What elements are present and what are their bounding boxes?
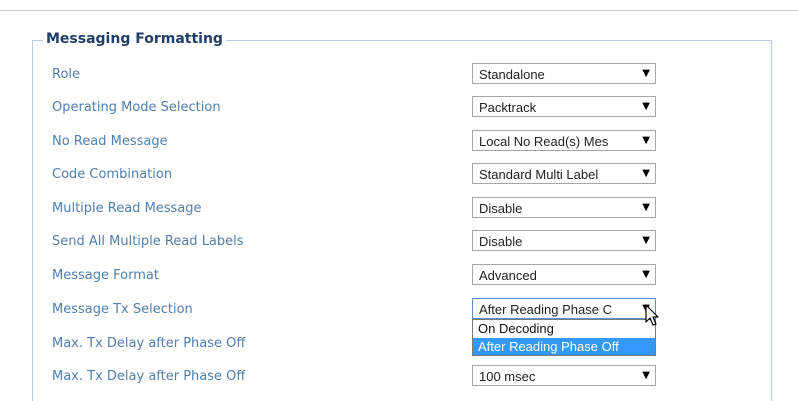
row-label: Max. Tx Delay after Phase Off: [52, 369, 246, 384]
row-multiple-read-message: Multiple Read Message Disable ▼: [0, 197, 798, 223]
dropdown-arrow-icon: ▼: [642, 101, 650, 112]
row-send-all-multiple-read-labels: Send All Multiple Read Labels Disable ▼: [0, 230, 798, 256]
dropdown-arrow-icon: ▼: [642, 269, 650, 280]
select-value: Disable: [479, 201, 523, 216]
no-read-message-select[interactable]: Local No Read(s) Mes ▼: [472, 130, 656, 151]
dropdown-arrow-icon: ▼: [642, 68, 650, 79]
message-format-select[interactable]: Advanced ▼: [472, 264, 656, 285]
message-tx-selection-dropdown: On Decoding After Reading Phase Off: [472, 319, 656, 356]
section-title: Messaging Formatting: [43, 31, 226, 47]
select-value: 100 msec: [479, 369, 536, 384]
row-max-tx-delay: Max. Tx Delay after Phase Off: [0, 332, 798, 358]
row-label: Message Format: [52, 268, 159, 283]
dropdown-arrow-icon: ▼: [642, 135, 650, 146]
select-value: Advanced: [479, 268, 537, 283]
row-label: Message Tx Selection: [52, 302, 193, 317]
select-value: Disable: [479, 234, 523, 249]
row-max-tx-delay-2: Max. Tx Delay after Phase Off 100 msec ▼: [0, 365, 798, 391]
dropdown-option-on-decoding[interactable]: On Decoding: [473, 320, 655, 337]
max-tx-delay-select[interactable]: 100 msec ▼: [472, 365, 656, 386]
select-value: Standard Multi Label: [479, 167, 599, 182]
code-combination-select[interactable]: Standard Multi Label ▼: [472, 163, 656, 184]
top-divider: [0, 10, 798, 11]
message-tx-selection-select[interactable]: After Reading Phase C ▼: [472, 298, 656, 319]
role-select[interactable]: Standalone ▼: [472, 63, 656, 84]
row-label: No Read Message: [52, 134, 168, 149]
row-label: Operating Mode Selection: [52, 100, 221, 115]
send-all-multiple-read-labels-select[interactable]: Disable ▼: [472, 230, 656, 251]
operating-mode-select[interactable]: Packtrack ▼: [472, 96, 656, 117]
row-operating-mode: Operating Mode Selection Packtrack ▼: [0, 96, 798, 122]
row-code-combination: Code Combination Standard Multi Label ▼: [0, 163, 798, 189]
dropdown-arrow-icon: ▼: [642, 202, 650, 213]
row-message-format: Message Format Advanced ▼: [0, 264, 798, 290]
select-value: Packtrack: [479, 100, 537, 115]
row-message-tx-selection: Message Tx Selection After Reading Phase…: [0, 298, 798, 324]
dropdown-option-after-reading-phase-off[interactable]: After Reading Phase Off: [473, 338, 655, 355]
row-label: Role: [52, 67, 81, 82]
mouse-pointer-icon: [645, 304, 659, 326]
row-role: Role Standalone ▼: [0, 63, 798, 89]
row-label: Multiple Read Message: [52, 201, 202, 216]
dropdown-arrow-icon: ▼: [642, 235, 650, 246]
row-label: Code Combination: [52, 167, 173, 182]
multiple-read-message-select[interactable]: Disable ▼: [472, 197, 656, 218]
dropdown-arrow-icon: ▼: [642, 370, 650, 381]
row-label: Max. Tx Delay after Phase Off: [52, 336, 246, 351]
dropdown-arrow-icon: ▼: [642, 168, 650, 179]
select-value: After Reading Phase C: [479, 302, 612, 317]
row-label: Send All Multiple Read Labels: [52, 234, 244, 249]
select-value: Standalone: [479, 67, 545, 82]
row-no-read-message: No Read Message Local No Read(s) Mes ▼: [0, 130, 798, 156]
select-value: Local No Read(s) Mes: [479, 134, 609, 149]
